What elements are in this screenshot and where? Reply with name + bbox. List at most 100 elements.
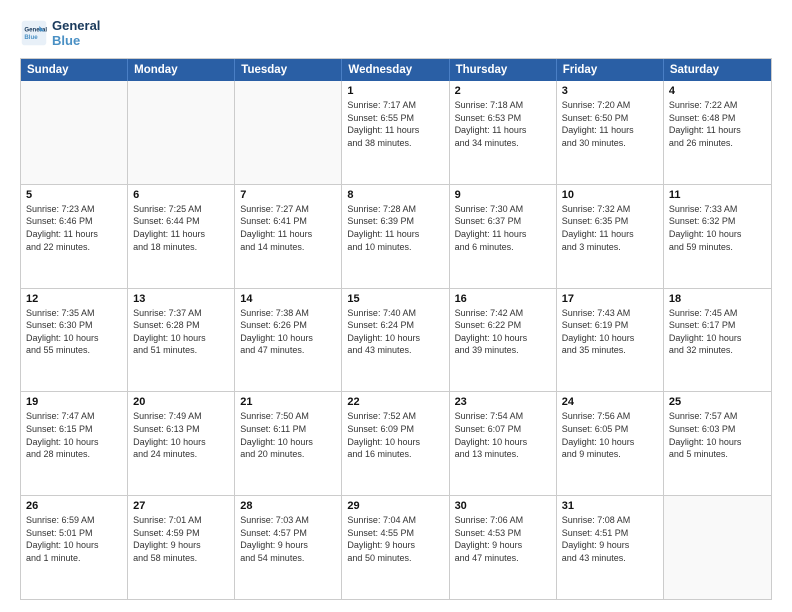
cal-cell: 17 Sunrise: 7:43 AMSunset: 6:19 PMDayligh… bbox=[557, 289, 664, 392]
cal-cell: 1Sunrise: 7:17 AMSunset: 6:55 PMDaylight… bbox=[342, 81, 449, 184]
cell-info: Sunrise: 7:40 AMSunset: 6:24 PMDaylight:… bbox=[347, 307, 443, 357]
cal-cell: 13Sunrise: 7:37 AMSunset: 6:28 PMDayligh… bbox=[128, 289, 235, 392]
cal-cell: 14Sunrise: 7:38 AMSunset: 6:26 PMDayligh… bbox=[235, 289, 342, 392]
cell-date: 12 bbox=[26, 293, 122, 305]
cal-cell: 31 Sunrise: 7:08 AMSunset: 4:51 PMDayligh… bbox=[557, 496, 664, 599]
cell-date: 21 bbox=[240, 396, 336, 408]
cell-date: 29 bbox=[347, 500, 443, 512]
cell-date: 13 bbox=[133, 293, 229, 305]
svg-text:General: General bbox=[24, 26, 47, 33]
cell-info: Sunrise: 7:42 AMSunset: 6:22 PMDaylight:… bbox=[455, 307, 551, 357]
cal-cell: 5Sunrise: 7:23 AMSunset: 6:46 PMDaylight… bbox=[21, 185, 128, 288]
svg-text:Blue: Blue bbox=[24, 34, 38, 41]
cell-info: Sunrise: 7:30 AMSunset: 6:37 PMDaylight:… bbox=[455, 203, 551, 253]
cell-date: 4 bbox=[669, 85, 766, 97]
calendar-body: 1Sunrise: 7:17 AMSunset: 6:55 PMDaylight… bbox=[21, 81, 771, 599]
cell-date: 26 bbox=[26, 500, 122, 512]
cell-info: Sunrise: 7:03 AMSunset: 4:57 PMDaylight:… bbox=[240, 514, 336, 564]
cell-info: Sunrise: 7:35 AMSunset: 6:30 PMDaylight:… bbox=[26, 307, 122, 357]
cal-cell bbox=[235, 81, 342, 184]
cell-date: 25 bbox=[669, 396, 766, 408]
cell-info: Sunrise: 7:54 AMSunset: 6:07 PMDaylight:… bbox=[455, 410, 551, 460]
logo: General Blue General Blue bbox=[20, 18, 100, 48]
cell-date: 6 bbox=[133, 189, 229, 201]
cal-cell: 4Sunrise: 7:22 AMSunset: 6:48 PMDaylight… bbox=[664, 81, 771, 184]
cell-date: 30 bbox=[455, 500, 551, 512]
cell-date: 19 bbox=[26, 396, 122, 408]
cell-info: Sunrise: 7:50 AMSunset: 6:11 PMDaylight:… bbox=[240, 410, 336, 460]
cal-cell bbox=[21, 81, 128, 184]
cell-info: Sunrise: 7:49 AMSunset: 6:13 PMDaylight:… bbox=[133, 410, 229, 460]
cell-info: Sunrise: 7:04 AMSunset: 4:55 PMDaylight:… bbox=[347, 514, 443, 564]
week-row-5: 26Sunrise: 6:59 AMSunset: 5:01 PMDayligh… bbox=[21, 496, 771, 599]
week-row-4: 19 Sunrise: 7:47 AMSunset: 6:15 PMDayligh… bbox=[21, 392, 771, 496]
cell-date: 31 bbox=[562, 500, 658, 512]
cell-info: Sunrise: 7:32 AMSunset: 6:35 PMDaylight:… bbox=[562, 203, 658, 253]
cell-date: 20 bbox=[133, 396, 229, 408]
day-header-sunday: Sunday bbox=[21, 59, 128, 81]
day-header-monday: Monday bbox=[128, 59, 235, 81]
cal-cell: 22Sunrise: 7:52 AMSunset: 6:09 PMDayligh… bbox=[342, 392, 449, 495]
cell-date: 23 bbox=[455, 396, 551, 408]
cal-cell: 18 Sunrise: 7:45 AMSunset: 6:17 PMDayligh… bbox=[664, 289, 771, 392]
cell-date: 10 bbox=[562, 189, 658, 201]
cal-cell: 19 Sunrise: 7:47 AMSunset: 6:15 PMDayligh… bbox=[21, 392, 128, 495]
cell-date: 11 bbox=[669, 189, 766, 201]
cal-cell: 29 Sunrise: 7:04 AMSunset: 4:55 PMDayligh… bbox=[342, 496, 449, 599]
cal-cell: 25 Sunrise: 7:57 AMSunset: 6:03 PMDayligh… bbox=[664, 392, 771, 495]
cell-info: Sunrise: 7:56 AMSunset: 6:05 PMDaylight:… bbox=[562, 410, 658, 460]
cal-cell: 2Sunrise: 7:18 AMSunset: 6:53 PMDaylight… bbox=[450, 81, 557, 184]
cal-cell: 27 Sunrise: 7:01 AMSunset: 4:59 PMDayligh… bbox=[128, 496, 235, 599]
logo-icon: General Blue bbox=[20, 19, 48, 47]
cell-info: Sunrise: 7:43 AMSunset: 6:19 PMDaylight:… bbox=[562, 307, 658, 357]
cal-cell: 8 Sunrise: 7:28 AMSunset: 6:39 PMDaylight… bbox=[342, 185, 449, 288]
cell-info: Sunrise: 7:20 AMSunset: 6:50 PMDaylight:… bbox=[562, 99, 658, 149]
cell-info: Sunrise: 7:28 AMSunset: 6:39 PMDaylight:… bbox=[347, 203, 443, 253]
cal-cell: 26Sunrise: 6:59 AMSunset: 5:01 PMDayligh… bbox=[21, 496, 128, 599]
cell-info: Sunrise: 7:47 AMSunset: 6:15 PMDaylight:… bbox=[26, 410, 122, 460]
cal-cell: 11 Sunrise: 7:33 AMSunset: 6:32 PMDayligh… bbox=[664, 185, 771, 288]
cell-date: 18 bbox=[669, 293, 766, 305]
cell-date: 24 bbox=[562, 396, 658, 408]
week-row-1: 1Sunrise: 7:17 AMSunset: 6:55 PMDaylight… bbox=[21, 81, 771, 185]
cal-cell: 6 Sunrise: 7:25 AMSunset: 6:44 PMDaylight… bbox=[128, 185, 235, 288]
week-row-2: 5Sunrise: 7:23 AMSunset: 6:46 PMDaylight… bbox=[21, 185, 771, 289]
cell-info: Sunrise: 7:18 AMSunset: 6:53 PMDaylight:… bbox=[455, 99, 551, 149]
day-header-tuesday: Tuesday bbox=[235, 59, 342, 81]
cell-date: 16 bbox=[455, 293, 551, 305]
cal-cell bbox=[664, 496, 771, 599]
cell-date: 17 bbox=[562, 293, 658, 305]
cell-date: 7 bbox=[240, 189, 336, 201]
week-row-3: 12 Sunrise: 7:35 AMSunset: 6:30 PMDayligh… bbox=[21, 289, 771, 393]
cal-cell: 7 Sunrise: 7:27 AMSunset: 6:41 PMDaylight… bbox=[235, 185, 342, 288]
cal-cell: 28 Sunrise: 7:03 AMSunset: 4:57 PMDayligh… bbox=[235, 496, 342, 599]
logo-text: General Blue bbox=[52, 18, 100, 48]
cal-cell: 15Sunrise: 7:40 AMSunset: 6:24 PMDayligh… bbox=[342, 289, 449, 392]
cell-info: Sunrise: 7:06 AMSunset: 4:53 PMDaylight:… bbox=[455, 514, 551, 564]
calendar: SundayMondayTuesdayWednesdayThursdayFrid… bbox=[20, 58, 772, 600]
cal-cell: 23 Sunrise: 7:54 AMSunset: 6:07 PMDayligh… bbox=[450, 392, 557, 495]
cell-info: Sunrise: 7:23 AMSunset: 6:46 PMDaylight:… bbox=[26, 203, 122, 253]
cell-info: Sunrise: 7:08 AMSunset: 4:51 PMDaylight:… bbox=[562, 514, 658, 564]
cal-cell: 3Sunrise: 7:20 AMSunset: 6:50 PMDaylight… bbox=[557, 81, 664, 184]
cell-date: 28 bbox=[240, 500, 336, 512]
cell-info: Sunrise: 7:45 AMSunset: 6:17 PMDaylight:… bbox=[669, 307, 766, 357]
header: General Blue General Blue bbox=[20, 18, 772, 48]
page: General Blue General Blue SundayMondayTu… bbox=[0, 0, 792, 612]
cell-date: 27 bbox=[133, 500, 229, 512]
cell-info: Sunrise: 7:33 AMSunset: 6:32 PMDaylight:… bbox=[669, 203, 766, 253]
cal-cell: 20 Sunrise: 7:49 AMSunset: 6:13 PMDayligh… bbox=[128, 392, 235, 495]
day-header-saturday: Saturday bbox=[664, 59, 771, 81]
cal-cell: 16 Sunrise: 7:42 AMSunset: 6:22 PMDayligh… bbox=[450, 289, 557, 392]
cell-info: Sunrise: 7:25 AMSunset: 6:44 PMDaylight:… bbox=[133, 203, 229, 253]
cal-cell: 10 Sunrise: 7:32 AMSunset: 6:35 PMDayligh… bbox=[557, 185, 664, 288]
cal-cell: 24 Sunrise: 7:56 AMSunset: 6:05 PMDayligh… bbox=[557, 392, 664, 495]
cal-cell: 9Sunrise: 7:30 AMSunset: 6:37 PMDaylight… bbox=[450, 185, 557, 288]
cal-cell bbox=[128, 81, 235, 184]
cell-date: 8 bbox=[347, 189, 443, 201]
cell-info: Sunrise: 7:57 AMSunset: 6:03 PMDaylight:… bbox=[669, 410, 766, 460]
cell-info: Sunrise: 7:01 AMSunset: 4:59 PMDaylight:… bbox=[133, 514, 229, 564]
cell-info: Sunrise: 7:38 AMSunset: 6:26 PMDaylight:… bbox=[240, 307, 336, 357]
cell-info: Sunrise: 7:27 AMSunset: 6:41 PMDaylight:… bbox=[240, 203, 336, 253]
cell-date: 22 bbox=[347, 396, 443, 408]
